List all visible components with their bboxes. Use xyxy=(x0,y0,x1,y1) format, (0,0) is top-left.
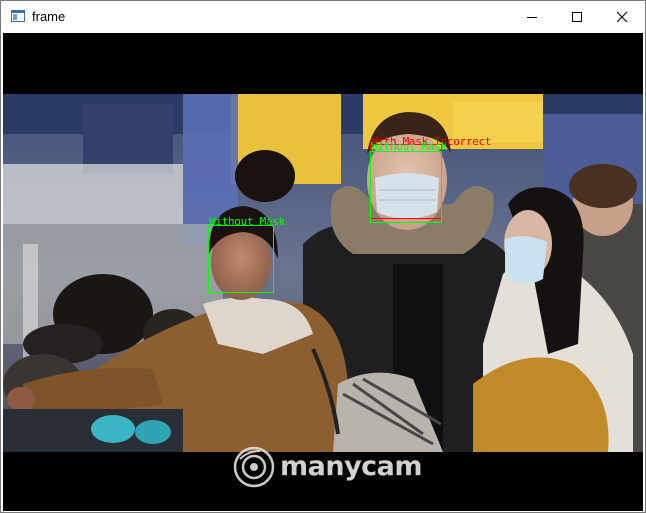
detection-box-without-mask-left xyxy=(208,225,274,293)
close-button[interactable] xyxy=(599,1,644,32)
manycam-watermark: manycam xyxy=(232,445,423,491)
manycam-watermark-text: manycam xyxy=(280,451,423,482)
manycam-logo-icon xyxy=(233,446,275,488)
window-title: frame xyxy=(32,9,66,24)
camera-feed: With Mask Incorrect Without Mask Without… xyxy=(3,94,643,452)
detection-label-without-mask-center: Without Mask xyxy=(371,140,447,153)
minimize-button[interactable] xyxy=(509,1,554,32)
minimize-icon xyxy=(526,16,537,18)
app-window: frame With Mask Incorrect Without Mask W… xyxy=(0,0,646,513)
title-bar[interactable]: frame xyxy=(1,1,645,32)
maximize-button[interactable] xyxy=(554,1,599,32)
detection-box-without-mask-center xyxy=(370,151,442,223)
video-frame-area: With Mask Incorrect Without Mask Without… xyxy=(3,33,643,511)
maximize-icon xyxy=(571,11,582,22)
camera-scene xyxy=(3,94,643,452)
detection-label-without-mask-left: Without Mask xyxy=(209,215,285,228)
close-icon xyxy=(616,11,627,22)
window-app-icon xyxy=(11,10,25,22)
